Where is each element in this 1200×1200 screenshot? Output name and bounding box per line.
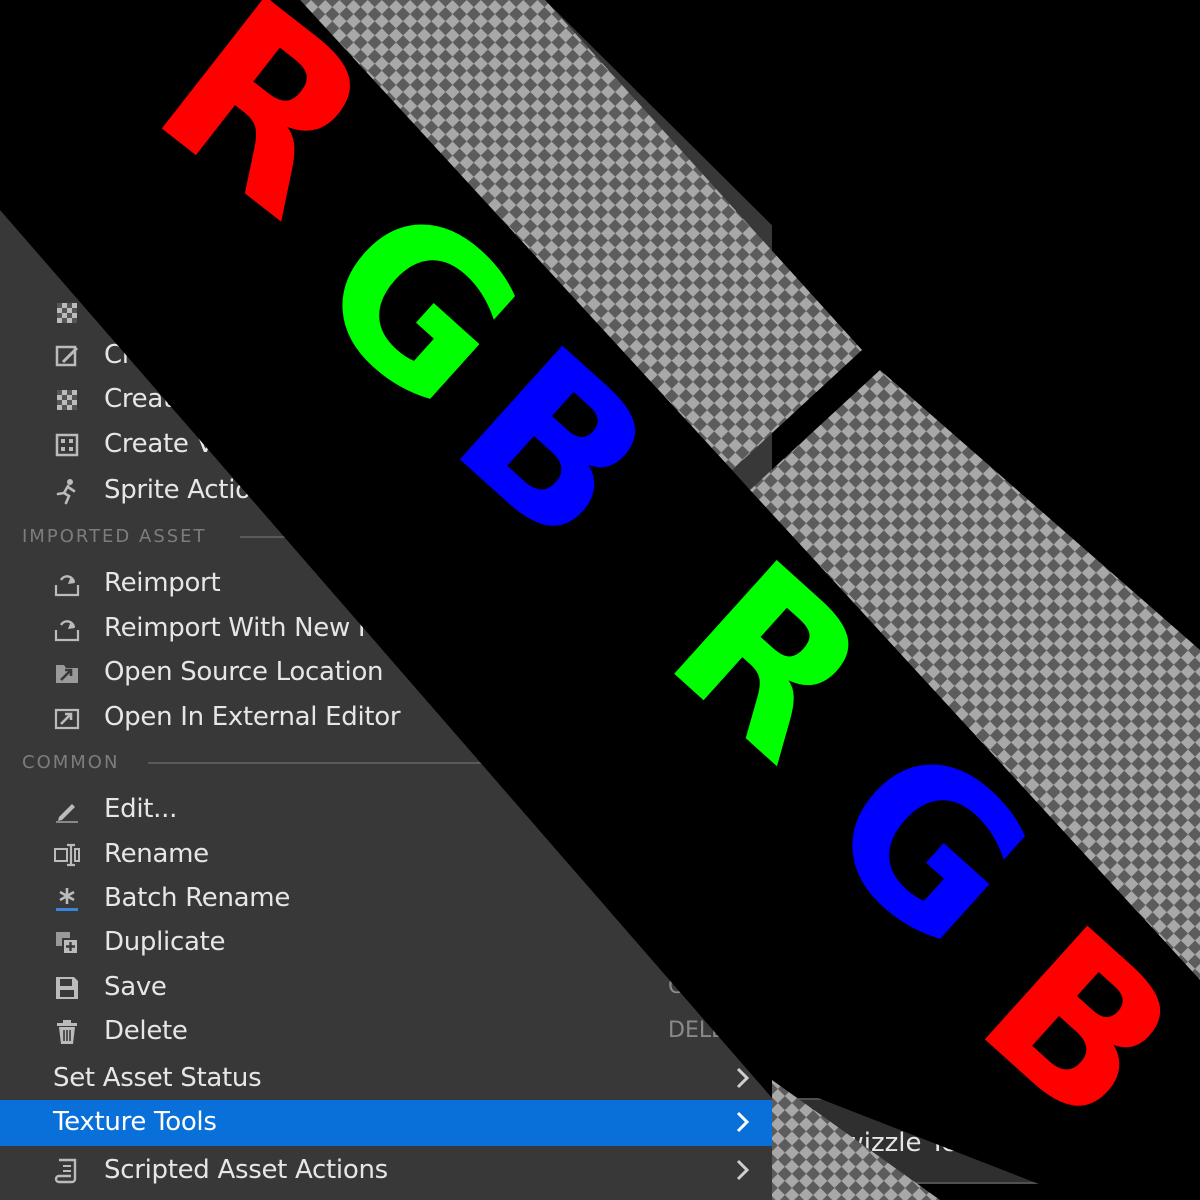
trash-icon <box>52 1017 82 1047</box>
screen: Cr Create Create Vo Sprite Action IMPORT… <box>0 0 1200 1200</box>
menu-item-scripted-asset-actions[interactable]: Scripted Asset Actions <box>0 1148 772 1192</box>
menu-item-texture-tools[interactable]: Texture Tools <box>0 1100 772 1146</box>
menu-item-label: Texture Tools <box>53 1107 217 1137</box>
script-icon <box>52 1156 82 1186</box>
open-external-icon <box>52 703 82 733</box>
menu-item-set-asset-status[interactable]: Set Asset Status <box>0 1056 772 1100</box>
create-asset-icon <box>52 341 82 371</box>
menu-item-sprite-actions[interactable]: Sprite Action <box>0 468 772 512</box>
duplicate-icon <box>52 928 82 958</box>
reimport-icon <box>52 569 82 599</box>
chevron-right-icon <box>736 1111 750 1133</box>
asterisk-icon <box>52 884 82 914</box>
section-header-imported-asset: IMPORTED ASSET <box>22 526 207 547</box>
menu-item-create-4[interactable]: Create Vo <box>0 422 772 466</box>
menu-item-label: Set Asset Status <box>53 1063 262 1093</box>
section-divider <box>240 536 540 538</box>
menu-item-label: Save <box>104 972 167 1002</box>
menu-item-rename[interactable]: Rename <box>0 832 772 876</box>
menu-item-label: Delete <box>104 1016 188 1046</box>
menu-item-label: Duplicate <box>104 927 226 957</box>
save-icon <box>52 973 82 1003</box>
section-divider <box>148 762 538 764</box>
menu-item-create-2[interactable]: Cr <box>0 333 772 377</box>
reimport-icon <box>52 614 82 644</box>
letter-g: G <box>782 697 1074 994</box>
menu-item-reimport[interactable]: Reimport <box>0 561 772 605</box>
menu-item-delete[interactable]: Delete DELETE <box>0 1009 772 1053</box>
menu-item-label: Open Source Location <box>104 657 384 687</box>
menu-item-label: Reimport <box>104 568 221 598</box>
menu-item-label: Cr <box>104 340 133 370</box>
menu-item-save[interactable]: Save CTR <box>0 965 772 1009</box>
menu-item-create-3[interactable]: Create <box>0 377 772 421</box>
menu-item-edit[interactable]: Edit... <box>0 787 772 831</box>
menu-item-label: Scripted Asset Actions <box>104 1155 388 1185</box>
checker-texture-icon <box>52 385 82 415</box>
pencil-icon <box>52 795 82 825</box>
shortcut-text: DELETE <box>668 1018 753 1043</box>
rename-icon <box>52 840 82 870</box>
menu-item-label: Create <box>104 384 189 414</box>
menu-item-open-source-location[interactable]: Open Source Location <box>0 650 772 694</box>
menu-item-label: Create Vo <box>104 429 228 459</box>
section-header-common: COMMON <box>22 752 120 773</box>
menu-item-label: Batch Rename <box>104 883 291 913</box>
sprite-run-icon <box>52 476 82 506</box>
context-menu: Cr Create Create Vo Sprite Action IMPORT… <box>0 0 772 1200</box>
chevron-right-icon <box>736 1159 750 1181</box>
menu-item-create-1[interactable] <box>0 290 772 334</box>
menu-item-duplicate[interactable]: Duplicate <box>0 920 772 964</box>
checker-texture-icon <box>52 298 82 328</box>
texture-tools-submenu: Swizzle Texture Channels... <box>772 1098 1184 1184</box>
shortcut-text: CTR <box>668 974 713 999</box>
menu-item-label: Rename <box>104 839 209 869</box>
menu-item-label: Open In External Editor <box>104 702 401 732</box>
menu-item-label: Edit... <box>104 794 178 824</box>
menu-item-reimport-new-file[interactable]: Reimport With New File <box>0 606 772 650</box>
menu-item-swizzle-texture-channels[interactable]: Swizzle Texture Channels... <box>826 1128 1178 1158</box>
checker-strip <box>750 370 1200 980</box>
open-folder-icon <box>52 658 82 688</box>
chevron-right-icon <box>736 1067 750 1089</box>
menu-item-batch-rename[interactable]: Batch Rename <box>0 876 772 920</box>
menu-item-label: Sprite Action <box>104 475 267 505</box>
menu-item-open-external-editor[interactable]: Open In External Editor <box>0 695 772 739</box>
volume-texture-icon <box>52 430 82 460</box>
menu-item-label: Reimport With New File <box>104 613 401 643</box>
